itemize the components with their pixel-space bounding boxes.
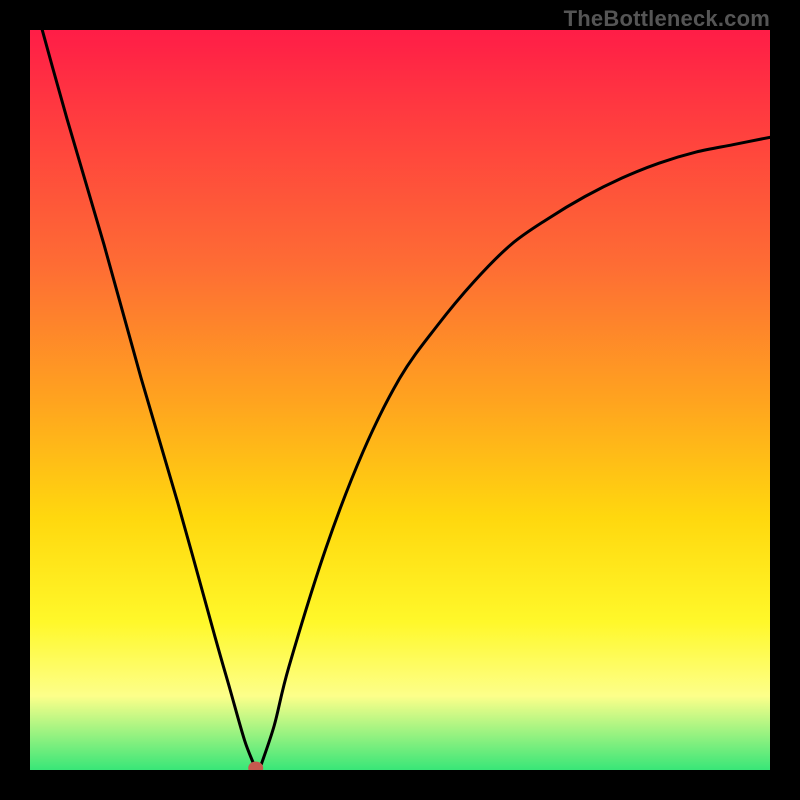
watermark-text: TheBottleneck.com	[564, 6, 770, 32]
minimum-dot	[249, 762, 263, 770]
chart-frame: TheBottleneck.com	[0, 0, 800, 800]
chart-plot-area	[30, 30, 770, 770]
bottleneck-curve	[30, 30, 770, 770]
curve-path	[30, 30, 770, 770]
